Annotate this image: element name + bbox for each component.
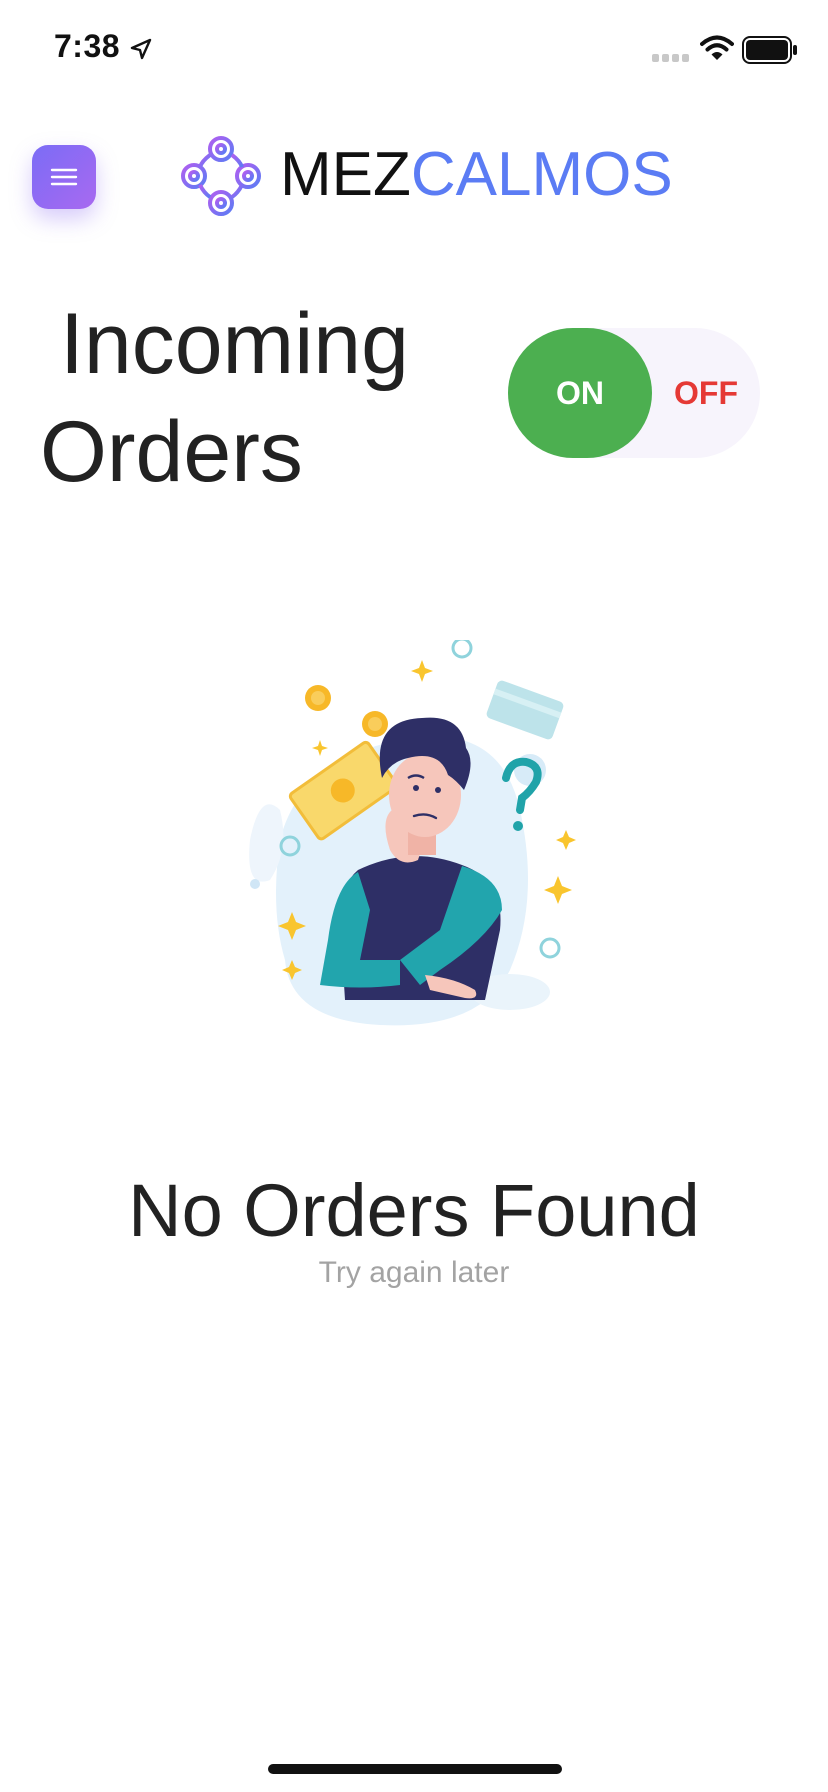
- toggle-off-option[interactable]: OFF: [660, 328, 752, 458]
- availability-toggle[interactable]: ON OFF: [508, 328, 760, 458]
- menu-button[interactable]: [32, 145, 96, 209]
- page-title-line2: Orders: [40, 404, 303, 500]
- wifi-icon: [700, 35, 734, 60]
- empty-state-title: No Orders Found: [128, 1169, 700, 1252]
- hamburger-menu-icon: [50, 168, 78, 186]
- status-time: 7:38: [54, 28, 121, 64]
- status-bar: 7:38: [0, 0, 828, 100]
- brand-name-part2: CALMOS: [410, 140, 673, 209]
- empty-state-subtitle: Try again later: [318, 1256, 510, 1289]
- brand-name: MEZCALMOS: [280, 140, 673, 210]
- mezcalmos-logo-icon: [181, 136, 261, 216]
- home-indicator[interactable]: [268, 1764, 562, 1774]
- brand-name-part1: MEZ: [280, 140, 411, 209]
- location-arrow-icon: [130, 38, 152, 60]
- battery-icon: [742, 36, 797, 64]
- page-title-line1: Incoming: [60, 296, 409, 392]
- toggle-on-option[interactable]: ON: [508, 328, 652, 458]
- cellular-signal-icon: [652, 54, 689, 62]
- thinking-man-illustration: [249, 640, 576, 1026]
- page-title: Incoming Orders: [40, 290, 409, 506]
